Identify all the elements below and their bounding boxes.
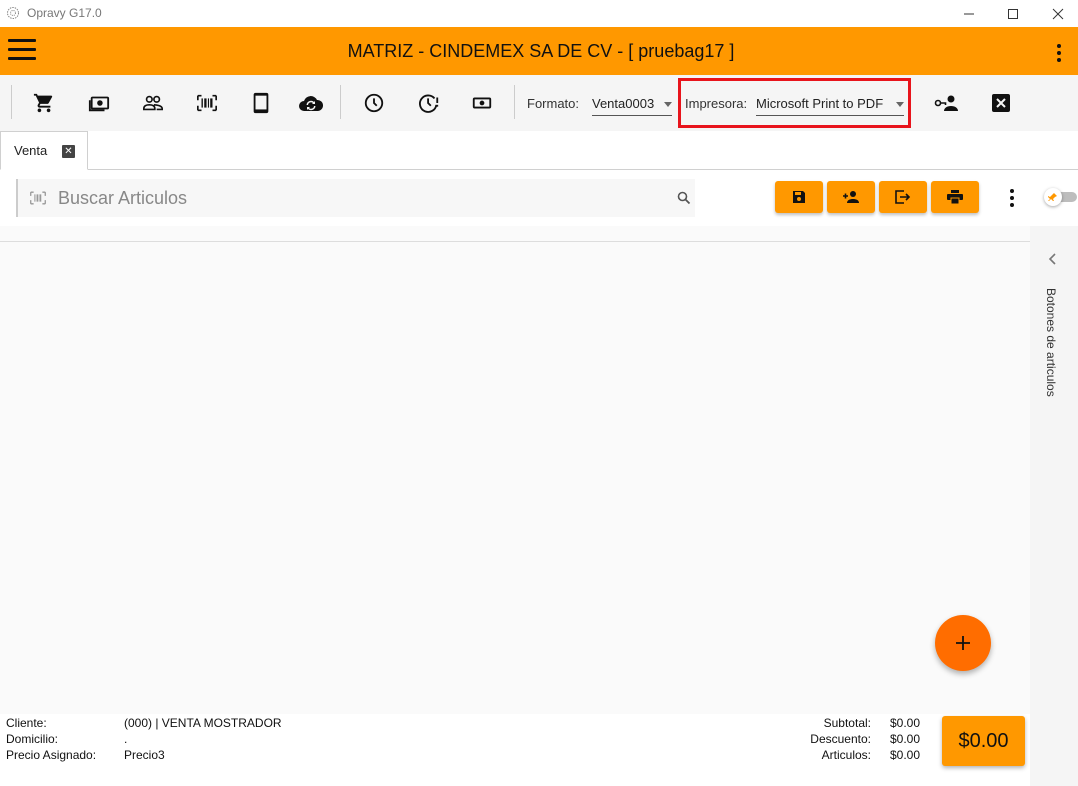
chevron-left-icon[interactable] <box>1048 253 1058 265</box>
cliente-value: (000) | VENTA MOSTRADOR <box>124 716 282 730</box>
exit-button[interactable] <box>879 181 927 213</box>
dropdown-arrow-icon <box>664 102 672 107</box>
precio-label: Precio Asignado: <box>6 748 97 762</box>
close-icon <box>1052 8 1064 19</box>
print-button[interactable] <box>931 181 979 213</box>
domicilio-label: Domicilio: <box>6 732 59 746</box>
user-key-button[interactable] <box>933 89 961 117</box>
barcode-icon <box>197 94 217 112</box>
articulos-label: Articulos: <box>821 748 871 762</box>
minimize-button[interactable] <box>946 0 992 27</box>
side-panel-label: Botones de articulos <box>1044 288 1058 397</box>
search-box <box>16 179 695 217</box>
cloud-sync-button[interactable] <box>297 89 325 117</box>
app-header: MATRIZ - CINDEMEX SA DE CV - [ pruebag17… <box>0 27 1078 75</box>
save-icon <box>793 191 805 203</box>
cash-icon <box>88 96 110 112</box>
user-key-icon <box>934 95 958 111</box>
formato-value: Venta0003 <box>592 96 655 111</box>
impresora-select[interactable]: Microsoft Print to PDF <box>756 92 904 116</box>
cart-icon <box>33 93 53 113</box>
money-icon <box>472 97 492 109</box>
cliente-label: Cliente: <box>6 716 47 730</box>
add-customer-button[interactable] <box>827 181 875 213</box>
pin-icon <box>1044 188 1062 206</box>
article-buttons-panel[interactable]: Botones de articulos <box>1030 226 1078 786</box>
cloud-sync-icon <box>299 96 324 111</box>
tablet-icon <box>253 92 269 114</box>
toolbar-divider <box>340 85 341 119</box>
main-toolbar: Formato: Venta0003 Impresora: Microsoft … <box>0 75 1078 131</box>
formato-select[interactable]: Venta0003 <box>592 92 672 116</box>
close-window-button[interactable] <box>1035 0 1078 27</box>
person-add-icon <box>843 191 859 203</box>
descuento-label: Descuento: <box>810 732 871 746</box>
maximize-icon <box>1008 8 1018 19</box>
sale-summary-footer: Cliente: (000) | VENTA MOSTRADOR Domicil… <box>0 714 1030 786</box>
barcode-button[interactable] <box>193 89 221 117</box>
divider <box>0 241 1030 242</box>
close-box-icon <box>992 94 1010 112</box>
exit-icon <box>895 190 911 204</box>
header-more-button[interactable] <box>1055 44 1063 62</box>
total-pay-button[interactable]: $0.00 <box>942 716 1025 766</box>
tab-label: Venta <box>14 143 48 158</box>
search-more-button[interactable] <box>1008 189 1016 207</box>
impresora-label: Impresora: <box>685 96 748 111</box>
money-button[interactable] <box>468 89 496 117</box>
minimize-icon <box>964 13 974 14</box>
tab-venta[interactable]: Venta ✕ <box>0 131 88 170</box>
close-tab-icon[interactable]: ✕ <box>62 145 75 158</box>
pin-toggle[interactable] <box>1044 188 1077 206</box>
clock-alert-icon <box>419 94 439 113</box>
search-input[interactable] <box>58 185 658 211</box>
printer-icon <box>947 190 963 204</box>
subtotal-label: Subtotal: <box>823 716 871 730</box>
sales-cart-button[interactable] <box>30 89 58 117</box>
dropdown-arrow-icon <box>896 102 904 107</box>
descuento-value: $0.00 <box>890 732 921 746</box>
formato-label: Formato: <box>527 96 580 111</box>
cash-button[interactable] <box>85 89 113 117</box>
maximize-button[interactable] <box>990 0 1036 27</box>
toolbar-divider <box>514 85 515 119</box>
tablet-button[interactable] <box>247 89 275 117</box>
more-vert-icon <box>1057 44 1061 48</box>
plus-icon <box>956 636 970 650</box>
domicilio-value: . <box>124 732 128 746</box>
subtotal-value: $0.00 <box>890 716 921 730</box>
save-button[interactable] <box>775 181 823 213</box>
pending-button[interactable] <box>415 89 443 117</box>
close-session-button[interactable] <box>987 89 1015 117</box>
toolbar-divider <box>11 85 12 119</box>
document-tabs: Venta ✕ <box>0 131 1078 170</box>
history-button[interactable] <box>360 89 388 117</box>
search-row <box>0 170 1078 226</box>
search-icon[interactable] <box>677 191 691 205</box>
people-icon <box>143 95 163 111</box>
window-titlebar: Opravy G17.0 <box>0 0 1078 27</box>
more-vert-icon <box>1010 189 1014 193</box>
app-logo-icon <box>7 7 19 19</box>
barcode-icon <box>30 191 46 205</box>
precio-value: Precio3 <box>124 748 165 762</box>
articulos-value: $0.00 <box>890 748 921 762</box>
add-item-fab[interactable] <box>935 615 991 671</box>
clock-icon <box>364 93 384 113</box>
sale-items-area <box>0 226 1030 714</box>
impresora-value: Microsoft Print to PDF <box>756 96 884 111</box>
page-title: MATRIZ - CINDEMEX SA DE CV - [ pruebag17… <box>347 41 735 61</box>
window-title: Opravy G17.0 <box>27 6 102 20</box>
customers-button[interactable] <box>139 89 167 117</box>
